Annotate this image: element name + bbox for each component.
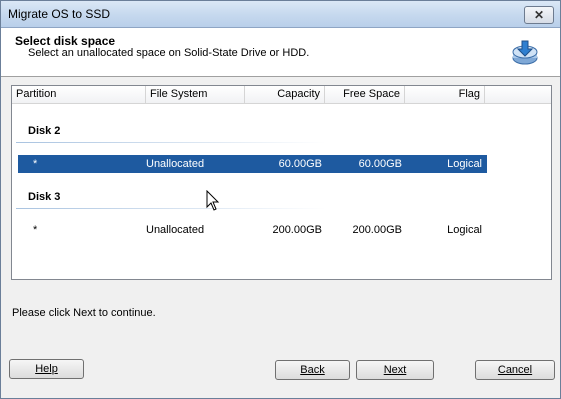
disk-download-icon <box>512 40 538 65</box>
cell-capacity: 60.00GB <box>278 158 322 170</box>
cell-partition: * <box>33 224 38 236</box>
migrate-os-dialog: Migrate OS to SSD ✕ Select disk space Se… <box>0 0 561 399</box>
column-header-partition[interactable]: Partition <box>12 86 146 103</box>
title-bar: Migrate OS to SSD ✕ <box>1 1 560 28</box>
step-subtitle: Select an unallocated space on Solid-Sta… <box>28 47 310 59</box>
column-header-capacity[interactable]: Capacity <box>245 86 325 103</box>
column-header-filler <box>485 86 551 103</box>
mouse-pointer-icon <box>206 190 220 211</box>
window-title: Migrate OS to SSD <box>8 7 111 21</box>
close-button[interactable]: ✕ <box>524 6 554 24</box>
close-icon: ✕ <box>533 8 545 22</box>
cell-file-system: Unallocated <box>146 158 205 170</box>
next-button[interactable]: Next <box>356 360 434 380</box>
column-header-flag[interactable]: Flag <box>405 86 485 103</box>
cell-flag: Logical <box>447 158 482 170</box>
cell-free-space: 200.00GB <box>352 224 402 236</box>
disk-group-label: Disk 2 <box>28 125 61 137</box>
list-header: Partition File System Capacity Free Spac… <box>12 86 551 104</box>
disk-space-list[interactable]: Partition File System Capacity Free Spac… <box>11 85 552 280</box>
table-row[interactable]: * Unallocated 200.00GB 200.00GB Logical <box>18 221 487 239</box>
cell-capacity: 200.00GB <box>272 224 322 236</box>
step-title: Select disk space <box>15 34 116 48</box>
column-header-file-system[interactable]: File System <box>146 86 245 103</box>
column-header-free-space[interactable]: Free Space <box>325 86 405 103</box>
help-button[interactable]: Help <box>9 359 84 379</box>
cell-file-system: Unallocated <box>146 224 205 236</box>
back-button[interactable]: Back <box>275 360 350 380</box>
cell-partition: * <box>33 158 38 170</box>
table-row[interactable]: * Unallocated 60.00GB 60.00GB Logical <box>18 155 487 173</box>
disk-group-label: Disk 3 <box>28 191 61 203</box>
group-divider <box>16 208 326 209</box>
cancel-button[interactable]: Cancel <box>475 360 555 380</box>
cell-free-space: 60.00GB <box>358 158 402 170</box>
header-panel: Select disk space Select an unallocated … <box>1 28 560 77</box>
hint-text: Please click Next to continue. <box>12 307 156 319</box>
cell-flag: Logical <box>447 224 482 236</box>
group-divider <box>16 142 326 143</box>
